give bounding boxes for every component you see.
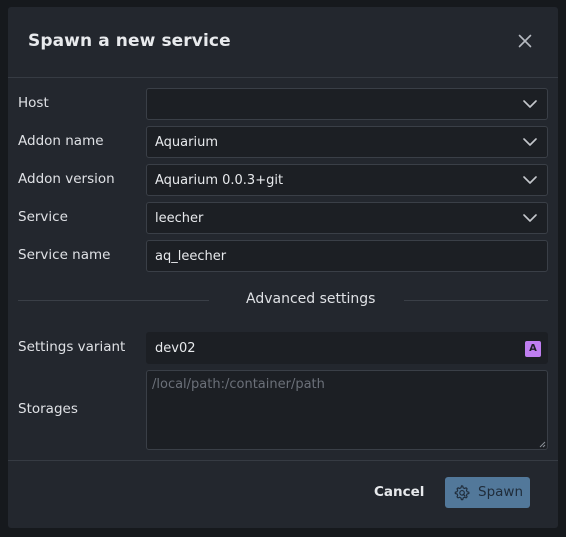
host-select[interactable]	[146, 88, 548, 120]
addon-version-row: Addon version Aquarium 0.0.3+git	[8, 164, 558, 196]
service-label: Service	[18, 209, 68, 225]
host-label: Host	[18, 95, 49, 111]
resize-handle-icon[interactable]	[539, 441, 546, 448]
addon-name-label: Addon name	[18, 133, 104, 149]
addon-version-value: Aquarium 0.0.3+git	[155, 173, 284, 188]
service-name-label: Service name	[18, 247, 111, 263]
chevron-down-icon	[523, 138, 537, 146]
chevron-down-icon	[523, 214, 537, 222]
chevron-down-icon	[523, 100, 537, 108]
advanced-settings-divider: Advanced settings	[18, 291, 548, 311]
spawn-service-dialog: Spawn a new service Host Addon name Aqua…	[8, 7, 558, 528]
addon-name-select[interactable]: Aquarium	[146, 126, 548, 158]
variant-badge: A	[525, 341, 541, 357]
storages-placeholder: /local/path:/container/path	[152, 377, 325, 392]
addon-version-label: Addon version	[18, 171, 115, 187]
settings-variant-value: dev02	[155, 341, 196, 356]
service-name-input[interactable]: aq_leecher	[146, 240, 548, 272]
addon-name-value: Aquarium	[155, 135, 218, 150]
storages-row: Storages /local/path:/container/path	[8, 370, 558, 450]
settings-variant-input[interactable]: dev02 A	[146, 332, 548, 364]
addon-version-select[interactable]: Aquarium 0.0.3+git	[146, 164, 548, 196]
settings-variant-row: Settings variant dev02 A	[8, 332, 558, 364]
divider-line	[404, 300, 548, 301]
close-button[interactable]	[518, 34, 532, 48]
dialog-title: Spawn a new service	[28, 31, 231, 51]
storages-textarea[interactable]: /local/path:/container/path	[146, 370, 548, 450]
service-value: leecher	[155, 211, 204, 226]
gear-icon	[454, 485, 470, 501]
service-name-value: aq_leecher	[155, 249, 227, 264]
service-select[interactable]: leecher	[146, 202, 548, 234]
close-icon	[518, 34, 532, 48]
service-name-row: Service name aq_leecher	[8, 240, 558, 272]
chevron-down-icon	[523, 176, 537, 184]
advanced-settings-heading: Advanced settings	[246, 291, 376, 307]
dialog-header: Spawn a new service	[8, 7, 558, 78]
spawn-label: Spawn	[478, 484, 524, 500]
divider-line	[18, 300, 209, 301]
settings-variant-label: Settings variant	[18, 339, 126, 355]
dialog-footer: Cancel Spawn	[8, 460, 558, 528]
host-row: Host	[8, 88, 558, 120]
storages-label: Storages	[18, 401, 78, 417]
spawn-button[interactable]: Spawn	[445, 477, 530, 508]
cancel-button[interactable]: Cancel	[366, 477, 432, 507]
service-row: Service leecher	[8, 202, 558, 234]
addon-name-row: Addon name Aquarium	[8, 126, 558, 158]
